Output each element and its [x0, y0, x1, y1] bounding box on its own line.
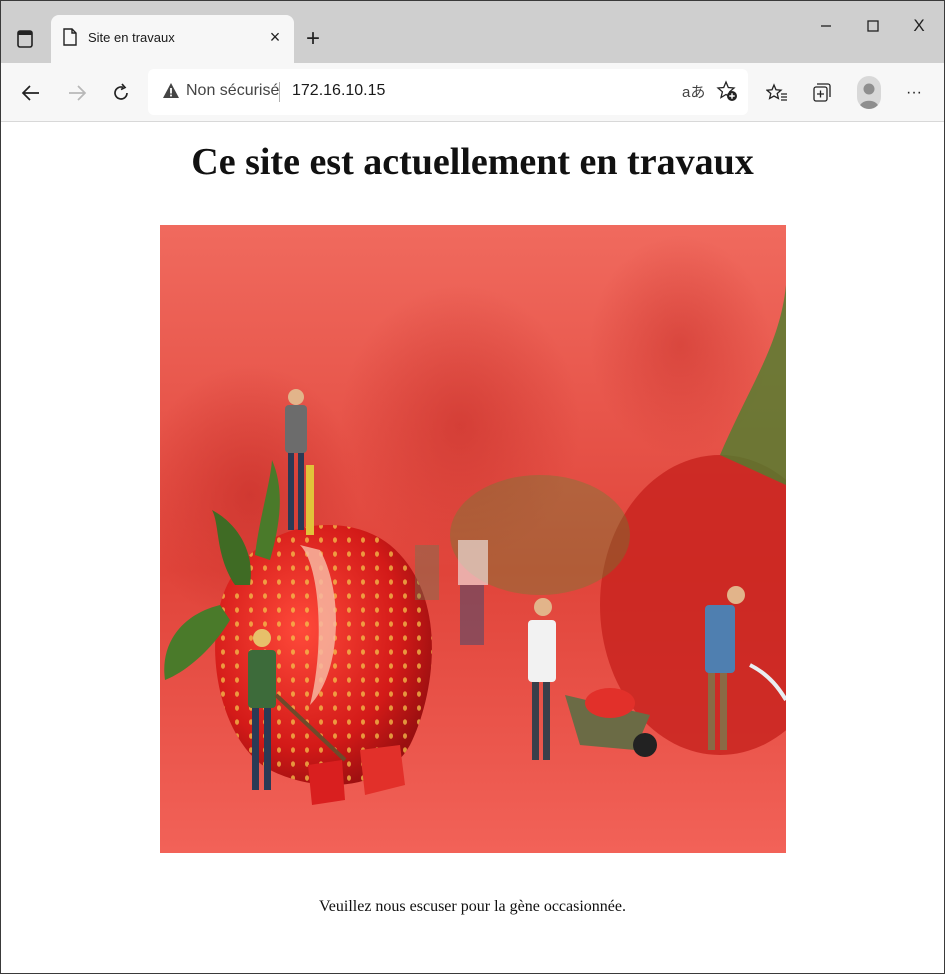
back-button[interactable]: [17, 79, 45, 107]
collections-icon: [813, 83, 831, 102]
profile-avatar[interactable]: [857, 76, 881, 109]
minimize-button[interactable]: [803, 11, 849, 41]
more-button[interactable]: ···: [900, 79, 928, 107]
hero-image: [160, 225, 786, 853]
browser-toolbar: Non sécurisé 172.16.10.15 aあ ···: [1, 63, 944, 122]
collections-button[interactable]: [808, 79, 836, 107]
warning-icon: [163, 83, 179, 98]
maximize-button[interactable]: [850, 11, 896, 41]
add-favorite-icon[interactable]: [716, 80, 738, 102]
tab-site-en-travaux[interactable]: Site en travaux ×: [51, 15, 294, 63]
refresh-button[interactable]: [107, 79, 135, 107]
page-content: Ce site est actuellement en travaux Veui…: [1, 122, 944, 973]
security-status-label[interactable]: Non sécurisé: [186, 82, 279, 100]
address-bar[interactable]: Non sécurisé 172.16.10.15 aあ: [148, 69, 748, 115]
tab-close-button[interactable]: ×: [266, 27, 284, 47]
favorites-list-icon: [766, 83, 787, 101]
tab-actions-icon: [17, 30, 33, 48]
tab-title: Site en travaux: [88, 30, 175, 45]
favorites-button[interactable]: [763, 79, 791, 107]
user-icon: [859, 83, 879, 109]
address-separator: [279, 82, 280, 102]
arrow-left-icon: [21, 85, 39, 101]
tab-strip: Site en travaux × + X: [1, 1, 944, 63]
maximize-icon: [867, 20, 879, 32]
new-tab-button[interactable]: +: [302, 27, 324, 51]
url-text[interactable]: 172.16.10.15: [292, 82, 385, 100]
page-icon: [63, 28, 77, 46]
read-aloud-button[interactable]: aあ: [682, 81, 705, 102]
browser-window: Site en travaux × + X Non sécurisé 172.1…: [0, 0, 945, 974]
forward-button[interactable]: [63, 79, 91, 107]
tab-actions-button[interactable]: [11, 25, 39, 53]
close-window-button[interactable]: X: [896, 11, 942, 41]
apology-caption: Veuillez nous escuser pour la gène occas…: [319, 898, 626, 915]
minimize-icon: [821, 25, 831, 27]
page-heading: Ce site est actuellement en travaux: [191, 141, 754, 183]
strawberry-construction-image: [160, 225, 786, 853]
refresh-icon: [114, 83, 128, 100]
arrow-right-icon: [69, 85, 87, 101]
